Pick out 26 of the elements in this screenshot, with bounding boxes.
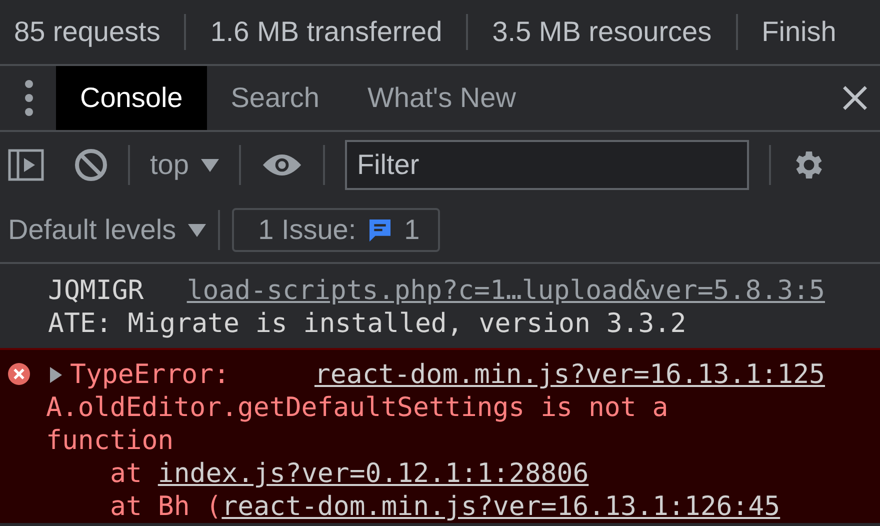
sidebar-toggle-icon[interactable]	[8, 149, 44, 181]
context-dropdown[interactable]: top	[150, 149, 219, 181]
expand-triangle-icon[interactable]	[50, 367, 62, 383]
close-icon[interactable]	[842, 85, 868, 111]
stack-frame-link[interactable]: index.js?ver=0.12.1:1:28806	[158, 457, 589, 490]
log-text: ATE: Migrate is installed, version 3.3.2	[48, 307, 686, 340]
stack-frame-link[interactable]: react-dom.min.js?ver=16.13.1:126:45	[222, 490, 780, 523]
stack-frame-text: at	[110, 457, 143, 490]
stack-frame-text: at Bh (	[110, 490, 222, 523]
drawer-tab[interactable]: Console	[56, 66, 207, 130]
caret-icon	[200, 158, 219, 172]
drawer-tab[interactable]: Search	[206, 66, 344, 130]
network-summary-text: Finish	[762, 16, 836, 48]
source-link[interactable]: react-dom.min.js?ver=16.13.1:125	[314, 358, 825, 391]
drawer-tab[interactable]: What's New	[343, 66, 540, 130]
error-icon	[8, 363, 30, 385]
network-summary-text: 3.5 MB resources	[492, 16, 712, 48]
network-summary-text: 85 requests	[14, 16, 160, 48]
issues-button[interactable]: 1 Issue: 1	[232, 208, 440, 252]
more-options-icon[interactable]	[24, 78, 34, 118]
log-text: JQMIGR	[48, 274, 144, 307]
source-link[interactable]: load-scripts.php?c=1…lupload&ver=5.8.3:5	[186, 274, 825, 307]
network-summary-text: 1.6 MB transferred	[210, 16, 442, 48]
error-title: TypeError:	[70, 358, 230, 391]
clear-console-icon[interactable]	[74, 148, 108, 182]
filter-field[interactable]: Filter	[344, 140, 749, 190]
